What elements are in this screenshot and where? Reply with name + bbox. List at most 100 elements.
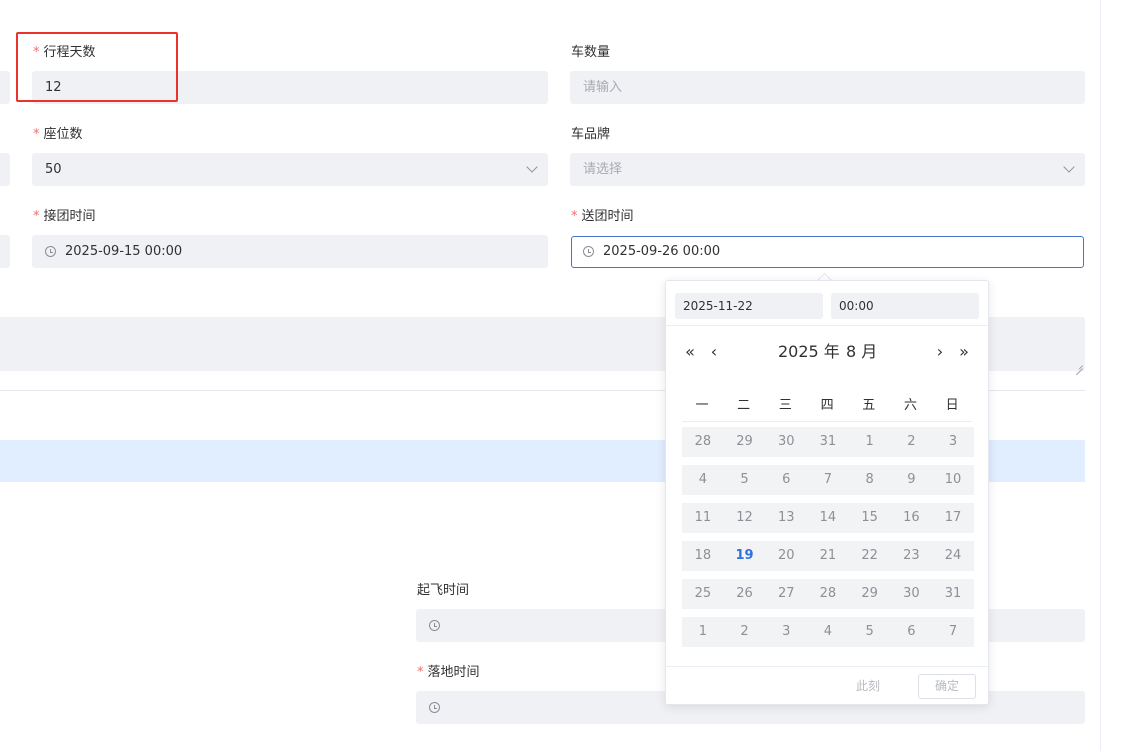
- calendar-day[interactable]: 5: [849, 617, 891, 647]
- calendar-day[interactable]: 31: [807, 427, 849, 457]
- cut-off-field[interactable]: [0, 235, 10, 268]
- prev-month-button[interactable]: ‹: [707, 341, 721, 363]
- calendar-day[interactable]: 2: [891, 427, 933, 457]
- date-picker-popup: 2025-11-22 00:00 « ‹ 2025 年 8 月 › » 一 二 三 四…: [665, 280, 989, 705]
- seats-label-text: 座位数: [43, 127, 83, 142]
- weekday-label: 五: [862, 398, 876, 413]
- weekday-label: 日: [945, 398, 959, 413]
- picker-footer-divider: [666, 666, 988, 667]
- weekday-label: 一: [695, 398, 709, 413]
- calendar-day[interactable]: 12: [724, 503, 766, 533]
- calendar-day[interactable]: 8: [849, 465, 891, 495]
- calendar-day[interactable]: 1: [682, 617, 724, 647]
- dropoff-time-label: * 送团时间: [571, 208, 634, 226]
- clock-icon: [429, 620, 440, 631]
- car-brand-placeholder: 请选择: [583, 162, 623, 177]
- calendar-day[interactable]: 28: [807, 579, 849, 609]
- car-brand-select[interactable]: 请选择: [570, 153, 1085, 186]
- calendar-day[interactable]: 18: [682, 541, 724, 571]
- car-brand-label: 车品牌: [571, 126, 610, 144]
- calendar-day[interactable]: 1: [849, 427, 891, 457]
- car-count-label-text: 车数量: [571, 45, 611, 60]
- calendar-day[interactable]: 4: [682, 465, 724, 495]
- calendar-day[interactable]: 16: [891, 503, 933, 533]
- clock-icon: [583, 246, 594, 257]
- dropoff-time-value: 2025-09-26 00:00: [603, 244, 721, 259]
- calendar-week-row: 18 19 20 21 22 23 24: [682, 541, 974, 571]
- calendar-day[interactable]: 27: [765, 579, 807, 609]
- calendar-week-row: 1234567: [682, 617, 974, 647]
- pickup-time-input[interactable]: 2025-09-15 00:00: [32, 235, 548, 268]
- picker-month-label[interactable]: 8 月: [846, 341, 877, 363]
- dropoff-time-input[interactable]: 2025-09-26 00:00: [571, 236, 1084, 268]
- calendar-day-today[interactable]: 19: [724, 541, 766, 571]
- picker-year-label[interactable]: 2025 年: [778, 341, 840, 363]
- picker-date-input[interactable]: 2025-11-22: [675, 293, 823, 319]
- highlight-box: [16, 32, 178, 102]
- calendar-week-row: 11 12 13 14 15 16 17: [682, 503, 974, 533]
- scrollbar-track[interactable]: [1100, 0, 1144, 751]
- required-mark: *: [33, 209, 40, 224]
- calendar-day[interactable]: 21: [807, 541, 849, 571]
- weekday-label: 二: [737, 398, 751, 413]
- now-button[interactable]: 此刻: [856, 678, 880, 694]
- calendar-day[interactable]: 2: [724, 617, 766, 647]
- calendar-day[interactable]: 17: [932, 503, 974, 533]
- clock-icon: [429, 702, 440, 713]
- calendar-day[interactable]: 4: [807, 617, 849, 647]
- prev-year-button[interactable]: «: [683, 341, 697, 363]
- calendar-day[interactable]: 7: [932, 617, 974, 647]
- calendar-day[interactable]: 10: [932, 465, 974, 495]
- car-count-input[interactable]: 请输入: [570, 71, 1085, 104]
- calendar-day[interactable]: 23: [891, 541, 933, 571]
- required-mark: *: [33, 127, 40, 142]
- chevron-down-icon: [526, 161, 538, 173]
- calendar-day[interactable]: 15: [849, 503, 891, 533]
- calendar-day[interactable]: 11: [682, 503, 724, 533]
- calendar-week-row: 28 29 30 31 1 2 3: [682, 427, 974, 457]
- resize-handle-icon[interactable]: [1075, 361, 1083, 369]
- required-mark: *: [417, 665, 424, 680]
- next-year-button[interactable]: »: [957, 341, 971, 363]
- weekday-label: 六: [903, 398, 917, 413]
- cut-off-field[interactable]: [0, 71, 10, 104]
- calendar-day[interactable]: 6: [765, 465, 807, 495]
- picker-time-input[interactable]: 00:00: [831, 293, 979, 319]
- next-month-button[interactable]: ›: [933, 341, 947, 363]
- calendar-week-row: 4 5 6 7 8 9 10: [682, 465, 974, 495]
- takeoff-time-label-text: 起飞时间: [417, 583, 470, 598]
- required-mark: *: [571, 209, 578, 224]
- calendar-day[interactable]: 13: [765, 503, 807, 533]
- pickup-time-label: * 接团时间: [33, 208, 96, 226]
- calendar-day[interactable]: 22: [849, 541, 891, 571]
- confirm-button[interactable]: 确定: [918, 674, 976, 699]
- calendar-day[interactable]: 3: [932, 427, 974, 457]
- car-brand-label-text: 车品牌: [571, 127, 611, 142]
- picker-time-value: 00:00: [839, 299, 874, 313]
- calendar-day[interactable]: 25: [682, 579, 724, 609]
- calendar-day[interactable]: 7: [807, 465, 849, 495]
- seats-select[interactable]: 50: [32, 153, 548, 186]
- calendar-day[interactable]: 24: [932, 541, 974, 571]
- calendar-day[interactable]: 30: [891, 579, 933, 609]
- calendar-day[interactable]: 26: [724, 579, 766, 609]
- seats-label: * 座位数: [33, 126, 83, 144]
- calendar-day[interactable]: 31: [932, 579, 974, 609]
- weekday-divider: [682, 421, 972, 422]
- chevron-down-icon: [1063, 161, 1075, 173]
- cut-off-field[interactable]: [0, 153, 10, 186]
- calendar-day[interactable]: 20: [765, 541, 807, 571]
- calendar-day[interactable]: 28: [682, 427, 724, 457]
- picker-date-value: 2025-11-22: [683, 299, 753, 313]
- calendar-day[interactable]: 29: [724, 427, 766, 457]
- calendar-day[interactable]: 5: [724, 465, 766, 495]
- calendar-day[interactable]: 9: [891, 465, 933, 495]
- clock-icon: [45, 246, 56, 257]
- calendar-day[interactable]: 6: [891, 617, 933, 647]
- picker-divider: [666, 325, 988, 326]
- calendar-day[interactable]: 3: [765, 617, 807, 647]
- calendar-day[interactable]: 30: [765, 427, 807, 457]
- calendar-day[interactable]: 14: [807, 503, 849, 533]
- calendar-day[interactable]: 29: [849, 579, 891, 609]
- seats-value: 50: [45, 162, 62, 177]
